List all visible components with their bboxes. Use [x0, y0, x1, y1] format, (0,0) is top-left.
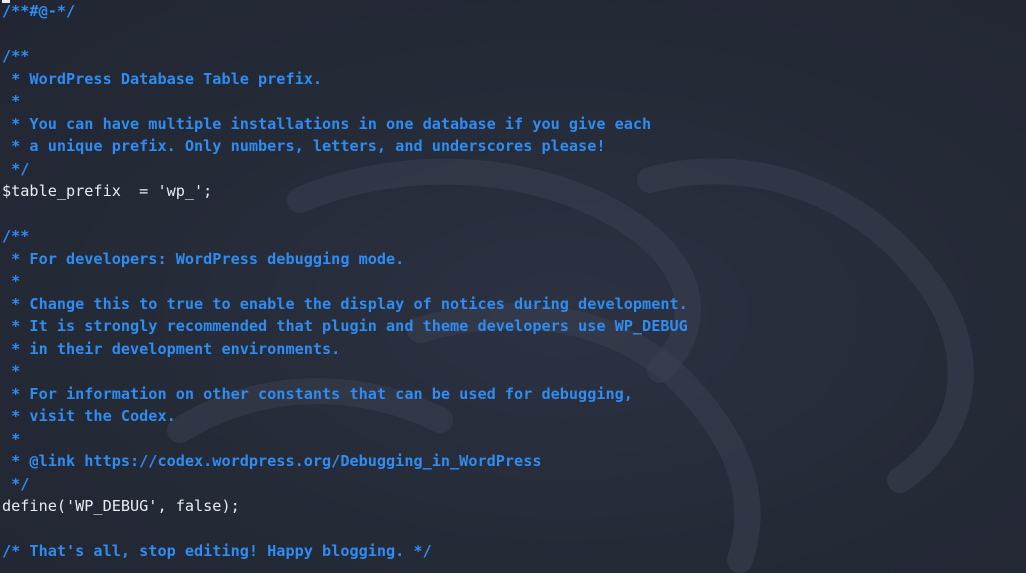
- comment-line: *: [2, 272, 21, 290]
- comment-line: * WordPress Database Table prefix.: [2, 69, 323, 88]
- comment-line: */: [2, 474, 30, 493]
- comment-line: * It is strongly recommended that plugin…: [2, 317, 688, 335]
- comment-line: * Change this to true to enable the disp…: [2, 294, 688, 313]
- comment-line: * For information on other constants tha…: [2, 384, 633, 403]
- terminal-window[interactable]: /**#@-*/ /** * WordPress Database Table p…: [0, 0, 1026, 573]
- comment-line: /**#@-*/: [2, 2, 76, 20]
- comment-line: /**: [2, 227, 30, 245]
- comment-line: * visit the Codex.: [2, 407, 176, 425]
- code-editor[interactable]: /**#@-*/ /** * WordPress Database Table p…: [2, 0, 688, 563]
- comment-line: */: [2, 159, 30, 178]
- comment-line: *: [2, 429, 21, 448]
- comment-line: * @link https://codex.wordpress.org/Debu…: [2, 452, 542, 470]
- code-line: define('WP_DEBUG', false);: [2, 497, 240, 515]
- comment-line: *: [2, 92, 21, 110]
- comment-line: /* That's all, stop editing! Happy blogg…: [2, 542, 432, 560]
- comment-line: /**: [2, 47, 30, 65]
- comment-line: * in their development environments.: [2, 339, 341, 358]
- comment-line: *: [2, 362, 21, 380]
- code-line: $table_prefix = 'wp_';: [2, 182, 213, 200]
- comment-line: * For developers: WordPress debugging mo…: [2, 249, 405, 268]
- comment-line: * a unique prefix. Only numbers, letters…: [2, 137, 606, 155]
- comment-line: * You can have multiple installations in…: [2, 114, 652, 133]
